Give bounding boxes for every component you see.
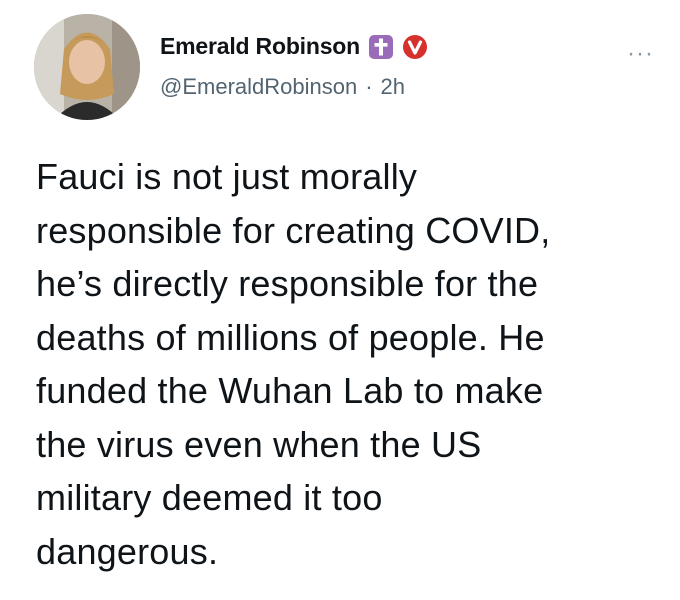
cross-badge-icon bbox=[368, 34, 394, 60]
tweet-text: Fauci is not just morally responsible fo… bbox=[36, 156, 551, 572]
author-handle[interactable]: @EmeraldRobinson bbox=[160, 74, 357, 100]
avatar[interactable] bbox=[34, 14, 140, 120]
more-options-icon[interactable]: ··· bbox=[627, 42, 654, 66]
tweet-card[interactable]: Emerald Robinson @EmeraldRobinson · 2h ·… bbox=[0, 0, 680, 600]
author-name[interactable]: Emerald Robinson bbox=[160, 33, 360, 60]
author-meta: @EmeraldRobinson · 2h bbox=[160, 74, 405, 100]
meta-separator: · bbox=[365, 74, 373, 99]
verified-badge-icon bbox=[402, 34, 428, 60]
timestamp[interactable]: 2h bbox=[381, 74, 405, 100]
author-row: Emerald Robinson bbox=[160, 33, 428, 60]
